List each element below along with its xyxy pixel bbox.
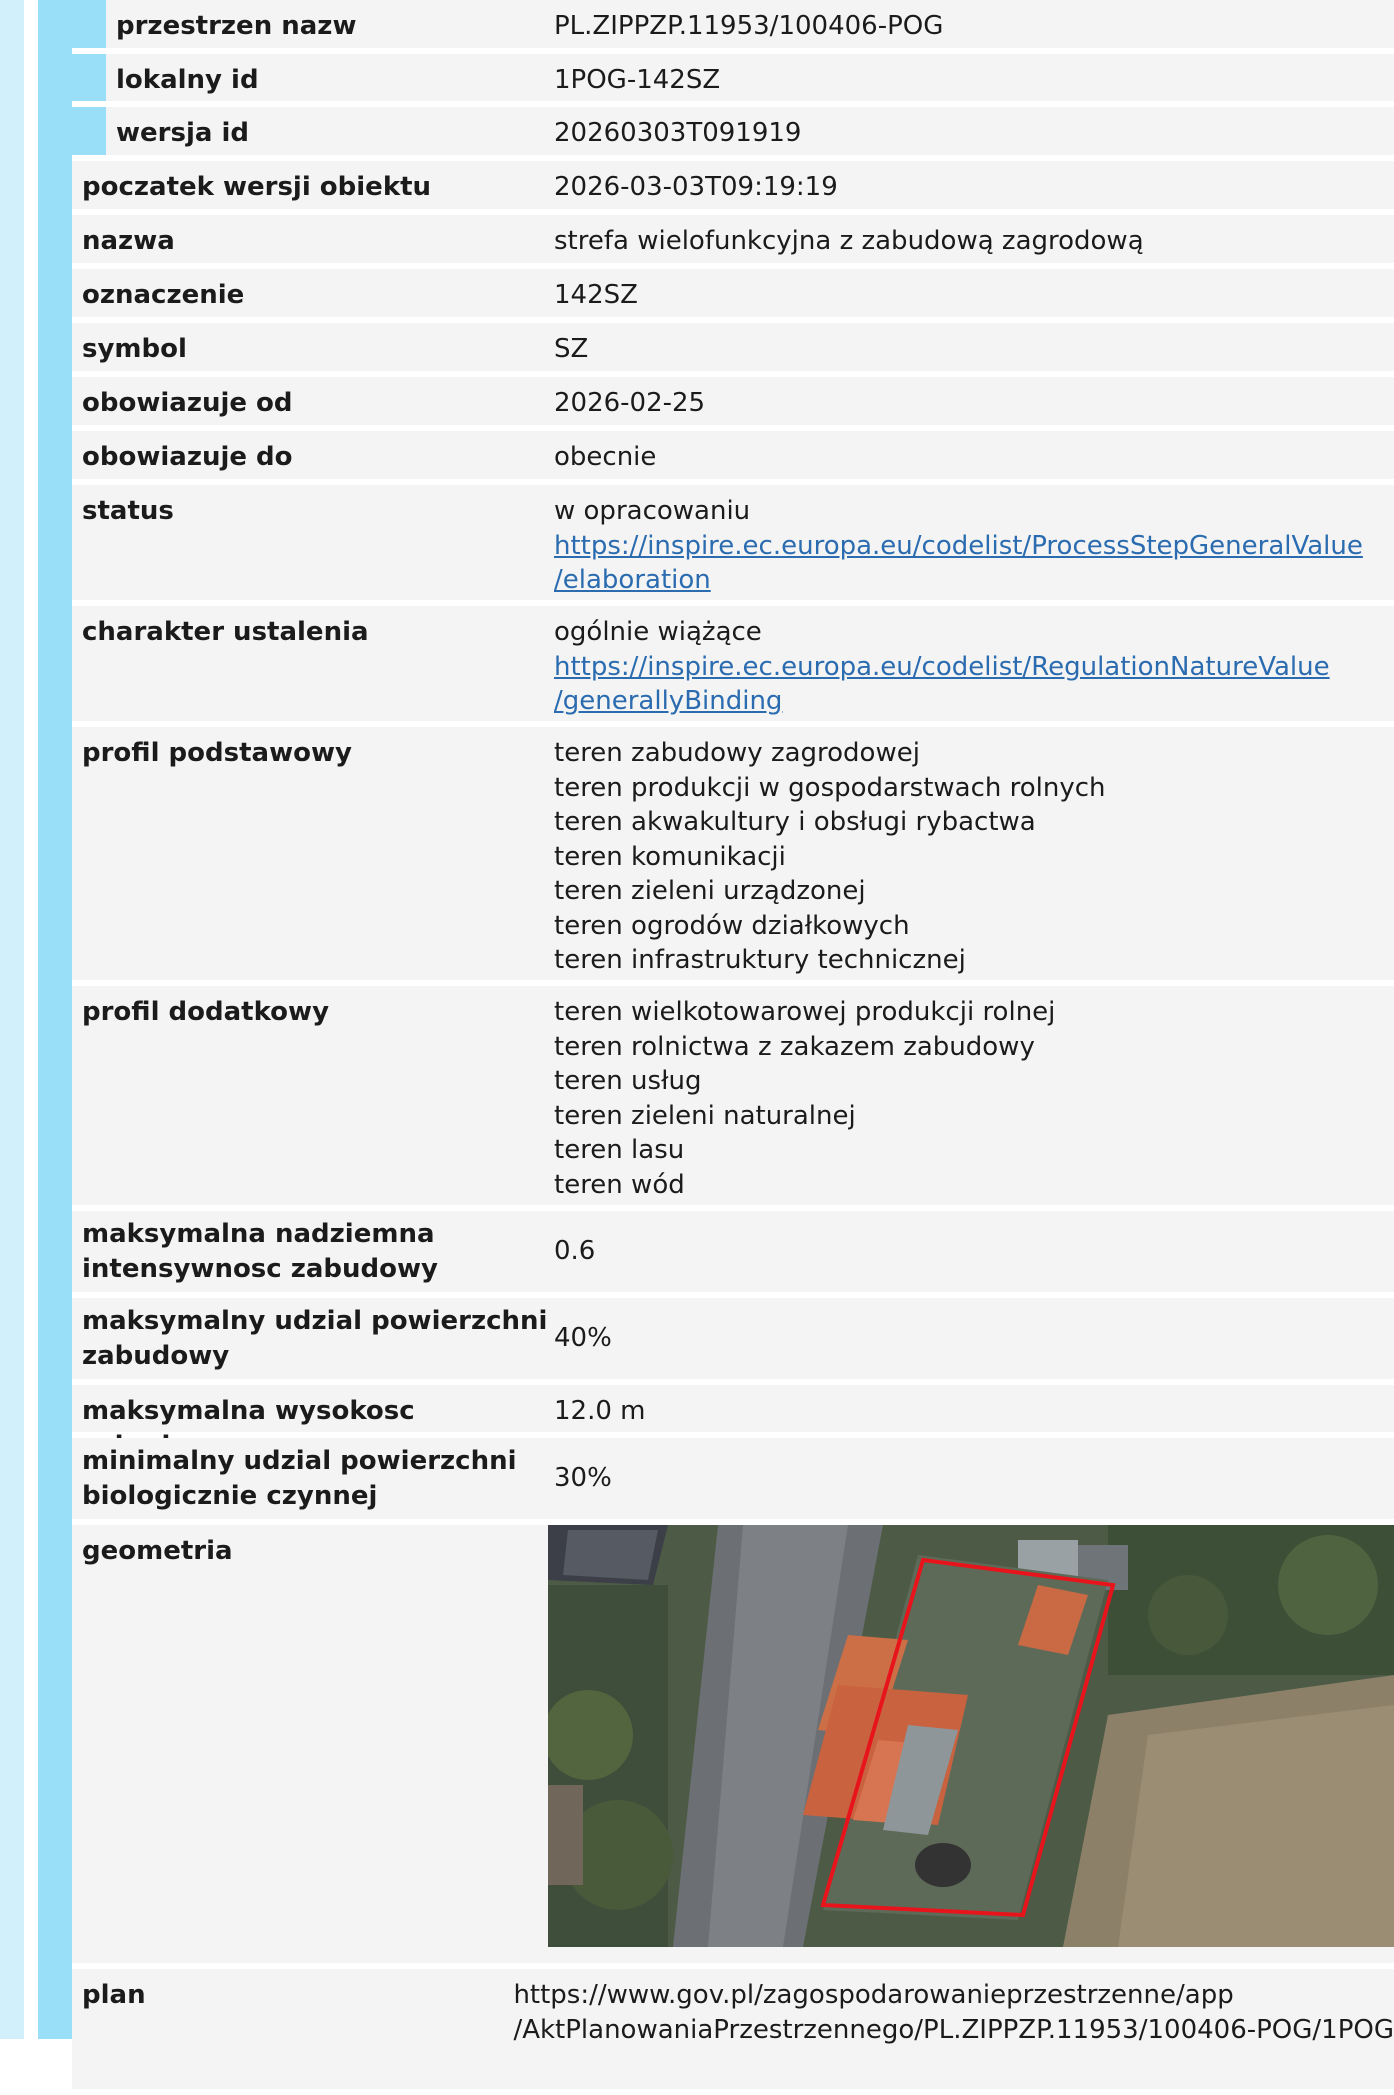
nesting-bar-inner bbox=[38, 0, 72, 2039]
charakter-text: ogólnie wiążące bbox=[554, 617, 762, 647]
attribute-key: charakter ustalenia bbox=[82, 617, 369, 647]
row-plan: plan https://www.gov.pl/zagospodarowanie… bbox=[72, 1969, 1394, 2089]
row-oznaczenie: oznaczenie 142SZ bbox=[72, 269, 1394, 317]
attribute-key: poczatek wersji obiektu bbox=[82, 172, 432, 202]
list-item: teren produkcji w gospodarstwach rolnych bbox=[554, 772, 1106, 803]
row-nazwa: nazwa strefa wielofunkcyjna z zabudową z… bbox=[72, 215, 1394, 263]
attribute-value: w opracowaniu https://inspire.ec.europa.… bbox=[554, 485, 1394, 600]
attribute-key: profil podstawowy bbox=[82, 738, 352, 768]
attribute-value: 20260303T091919 bbox=[554, 118, 802, 148]
attribute-key: obowiazuje do bbox=[82, 442, 293, 472]
list-item: teren wielkotowarowej produkcji rolnej bbox=[554, 997, 1056, 1027]
plan-url-line: /AktPlanowaniaPrzestrzennego/PL.ZIPPZP.1… bbox=[513, 2014, 1394, 2045]
attribute-key: maksymalna wysokosc zabudowy bbox=[82, 1396, 415, 1461]
attribute-value: 40% bbox=[554, 1323, 612, 1354]
row-obowiazuje-do: obowiazuje do obecnie bbox=[72, 431, 1394, 479]
attribute-key: maksymalna nadziemna intensywnosc zabudo… bbox=[72, 1208, 554, 1295]
row-profil-dodatkowy: profil dodatkowy teren wielkotowarowej p… bbox=[72, 986, 1394, 1205]
attribute-value: obecnie bbox=[554, 442, 657, 472]
attribute-value: strefa wielofunkcyjna z zabudową zagrodo… bbox=[554, 226, 1144, 256]
attribute-key: status bbox=[82, 496, 174, 526]
attribute-key: symbol bbox=[82, 334, 187, 364]
list-item: teren zieleni urządzonej bbox=[554, 876, 866, 906]
aerial-map-image bbox=[548, 1525, 1394, 1947]
attribute-key: lokalny id bbox=[116, 65, 259, 95]
row-min-udzial-bio: minimalny udzial powierzchni biologiczni… bbox=[72, 1438, 1394, 1519]
row-obowiazuje-od: obowiazuje od 2026-02-25 bbox=[72, 377, 1394, 425]
attribute-value: 30% bbox=[554, 1463, 612, 1494]
attribute-value: SZ bbox=[554, 334, 589, 364]
link-line: /generallyBinding bbox=[554, 686, 783, 716]
row-max-udzial: maksymalny udzial powierzchni zabudowy 4… bbox=[72, 1298, 1394, 1379]
link-line: /elaboration bbox=[554, 565, 711, 595]
aerial-map-thumbnail[interactable] bbox=[548, 1525, 1394, 1947]
row-wersja-id: wersja id 20260303T091919 bbox=[72, 107, 1394, 155]
list-item: teren rolnictwa z zakazem zabudowy bbox=[554, 1031, 1035, 1062]
attribute-key: wersja id bbox=[116, 118, 249, 148]
attribute-value-list: teren zabudowy zagrodowej teren produkcj… bbox=[554, 727, 1394, 980]
attribute-key: minimalny udzial powierzchni biologiczni… bbox=[72, 1435, 554, 1522]
plan-url-line: https://www.gov.pl/zagospodarowanieprzes… bbox=[513, 1980, 1234, 2010]
geometry-value bbox=[548, 1525, 1394, 1963]
status-text: w opracowaniu bbox=[554, 496, 751, 526]
nest-marker bbox=[72, 107, 106, 155]
link-line: https://inspire.ec.europa.eu/codelist/Pr… bbox=[554, 530, 1363, 561]
row-max-intensywnosc: maksymalna nadziemna intensywnosc zabudo… bbox=[72, 1211, 1394, 1292]
row-charakter-ustalenia: charakter ustalenia ogólnie wiążące http… bbox=[72, 606, 1394, 721]
attribute-value-list: teren wielkotowarowej produkcji rolnej t… bbox=[554, 986, 1394, 1205]
key-line: minimalny udzial powierzchni bbox=[82, 1446, 517, 1476]
nesting-gap bbox=[24, 0, 38, 2039]
key-line: zabudowy bbox=[82, 1340, 230, 1371]
row-max-wysokosc: maksymalna wysokosc zabudowy 12.0 m bbox=[72, 1385, 1394, 1461]
charakter-codelist-link[interactable]: https://inspire.ec.europa.eu/codelist/Re… bbox=[554, 650, 1394, 719]
list-item: teren ogrodów działkowych bbox=[554, 910, 910, 941]
link-line: https://inspire.ec.europa.eu/codelist/Re… bbox=[554, 651, 1330, 682]
row-profil-podstawowy: profil podstawowy teren zabudowy zagrodo… bbox=[72, 727, 1394, 980]
attribute-table: przestrzen nazw PL.ZIPPZP.11953/100406-P… bbox=[72, 0, 1394, 2095]
key-line: maksymalny udzial powierzchni bbox=[82, 1306, 548, 1336]
attribute-key: nazwa bbox=[82, 226, 175, 256]
list-item: teren zabudowy zagrodowej bbox=[554, 738, 920, 768]
attribute-key: geometria bbox=[82, 1536, 233, 1566]
nest-marker bbox=[72, 54, 106, 101]
attribute-key: obowiazuje od bbox=[82, 388, 293, 418]
row-symbol: symbol SZ bbox=[72, 323, 1394, 371]
row-lokalny-id: lokalny id 1POG-142SZ bbox=[72, 54, 1394, 101]
key-line: biologicznie czynnej bbox=[82, 1480, 378, 1511]
list-item: teren infrastruktury technicznej bbox=[554, 945, 966, 975]
list-item: teren wód bbox=[554, 1169, 685, 1200]
attribute-value: PL.ZIPPZP.11953/100406-POG bbox=[554, 11, 944, 41]
attribute-key: maksymalny udzial powierzchni zabudowy bbox=[72, 1295, 554, 1382]
attribute-value: 2026-03-03T09:19:19 bbox=[554, 172, 838, 202]
list-item: teren komunikacji bbox=[554, 841, 786, 872]
plan-link[interactable]: https://www.gov.pl/zagospodarowanieprzes… bbox=[513, 1969, 1394, 2089]
attribute-key: oznaczenie bbox=[82, 280, 245, 310]
attribute-value: 12.0 m bbox=[554, 1396, 646, 1426]
row-przestrzen-nazw: przestrzen nazw PL.ZIPPZP.11953/100406-P… bbox=[72, 0, 1394, 48]
attribute-key: przestrzen nazw bbox=[116, 11, 357, 41]
attribute-value: 0.6 bbox=[554, 1236, 596, 1267]
attribute-value: 1POG-142SZ bbox=[554, 65, 721, 95]
key-line: intensywnosc zabudowy bbox=[82, 1253, 438, 1284]
attribute-key: plan bbox=[82, 1980, 146, 2010]
list-item: teren usług bbox=[554, 1066, 702, 1096]
status-codelist-link[interactable]: https://inspire.ec.europa.eu/codelist/Pr… bbox=[554, 529, 1394, 598]
list-item: teren akwakultury i obsługi rybactwa bbox=[554, 807, 1036, 837]
list-item: teren zieleni naturalnej bbox=[554, 1100, 856, 1131]
attribute-value: 2026-02-25 bbox=[554, 388, 706, 418]
attribute-value: ogólnie wiążące https://inspire.ec.europ… bbox=[554, 606, 1394, 721]
attribute-value: 142SZ bbox=[554, 280, 638, 310]
row-poczatek-wersji: poczatek wersji obiektu 2026-03-03T09:19… bbox=[72, 161, 1394, 209]
attribute-key: profil dodatkowy bbox=[82, 997, 330, 1027]
list-item: teren lasu bbox=[554, 1135, 685, 1165]
nest-marker bbox=[72, 0, 106, 48]
key-line: maksymalna nadziemna bbox=[82, 1219, 435, 1249]
row-geometria: geometria bbox=[72, 1525, 1394, 1963]
row-status: status w opracowaniu https://inspire.ec.… bbox=[72, 485, 1394, 600]
